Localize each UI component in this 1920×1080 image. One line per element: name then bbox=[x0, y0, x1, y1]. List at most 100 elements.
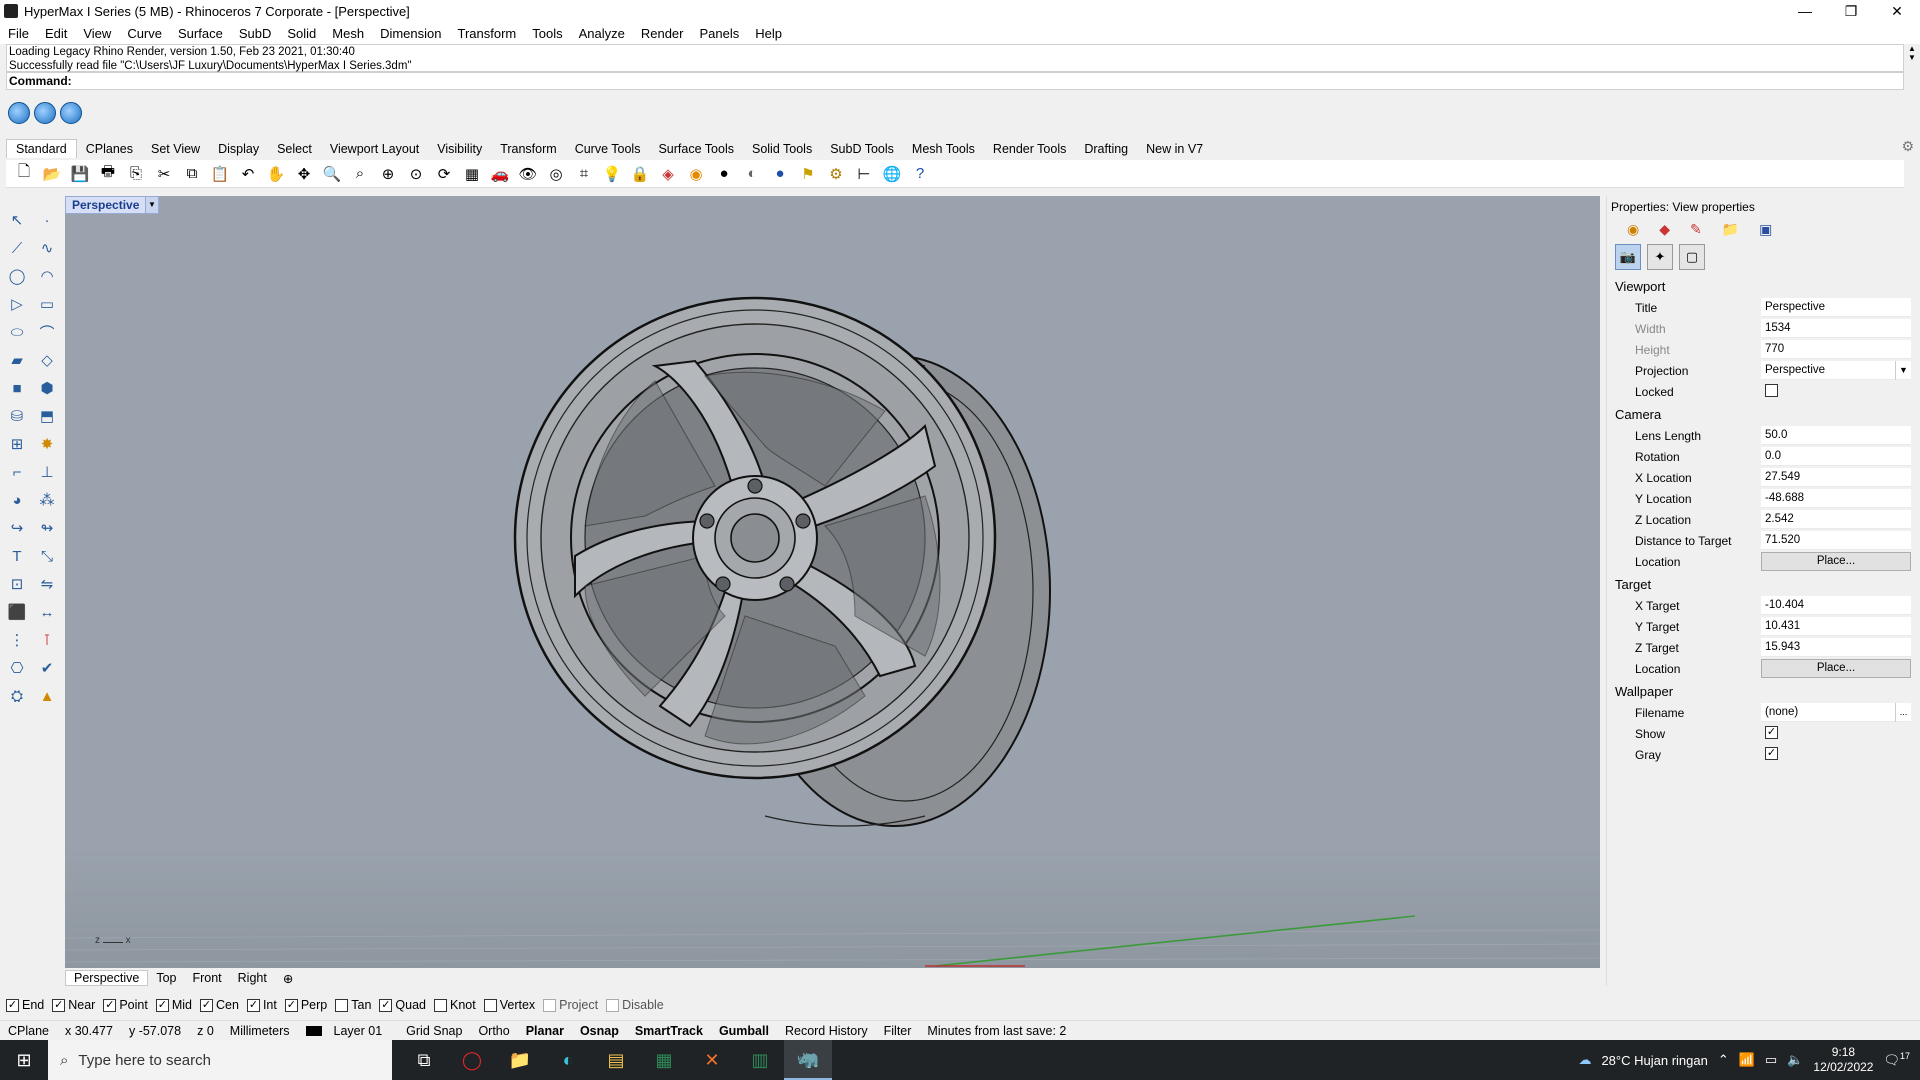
blend-icon[interactable]: ↪ bbox=[3, 514, 31, 542]
zoom-selected-icon[interactable]: ⊙ bbox=[404, 163, 428, 185]
ortho-toggle[interactable]: Ortho bbox=[470, 1024, 517, 1038]
weather-icon[interactable]: ☁ bbox=[1578, 1052, 1591, 1068]
zoom-icon[interactable]: 🔍 bbox=[320, 163, 344, 185]
check-icon[interactable]: ✔ bbox=[33, 654, 61, 682]
edge-icon[interactable]: ◐ bbox=[544, 1040, 592, 1080]
frame-icon[interactable]: ▢ bbox=[1679, 244, 1705, 270]
layer-icon[interactable]: ◈ bbox=[656, 163, 680, 185]
wallpaper-filename-field[interactable]: (none)... bbox=[1761, 703, 1911, 722]
gray-checkbox[interactable]: ✓ bbox=[1765, 747, 1778, 761]
task-view-icon[interactable]: ⧉ bbox=[400, 1040, 448, 1080]
osnap-checkbox[interactable]: ✓ bbox=[103, 998, 117, 1012]
osnap-checkbox[interactable] bbox=[335, 998, 349, 1012]
target-icon[interactable]: ◎ bbox=[544, 163, 568, 185]
move-icon[interactable]: ✥ bbox=[292, 163, 316, 185]
menu-curve[interactable]: Curve bbox=[119, 26, 170, 41]
clock[interactable]: 9:18 12/02/2022 bbox=[1813, 1045, 1873, 1075]
pan-icon[interactable]: ✋ bbox=[264, 163, 288, 185]
tab-right[interactable]: Right bbox=[230, 971, 275, 985]
command-line[interactable]: Command: bbox=[6, 72, 1904, 90]
camera-place-button[interactable]: Place... bbox=[1761, 552, 1911, 571]
eye-icon[interactable]: 👁 bbox=[516, 163, 540, 185]
mesh-icon[interactable]: ⊞ bbox=[3, 430, 31, 458]
close-button[interactable]: ✕ bbox=[1874, 0, 1920, 22]
osnap-checkbox[interactable]: ✓ bbox=[52, 998, 66, 1012]
tab-display[interactable]: Display bbox=[209, 140, 268, 158]
chevron-down-icon[interactable]: ▼ bbox=[1895, 361, 1911, 380]
units-status[interactable]: Millimeters bbox=[222, 1024, 298, 1038]
volume-icon[interactable]: 🔈 bbox=[1787, 1052, 1803, 1068]
windows-start-icon[interactable]: ⊞ bbox=[0, 1040, 48, 1080]
document-app-icon[interactable]: ▥ bbox=[736, 1040, 784, 1080]
render-icon[interactable]: ⛭ bbox=[3, 682, 31, 710]
menu-solid[interactable]: Solid bbox=[279, 26, 324, 41]
select-arrow-icon[interactable]: ↖ bbox=[3, 206, 31, 234]
circle-icon[interactable]: ◯ bbox=[3, 262, 31, 290]
gumball-toggle[interactable]: Gumball bbox=[711, 1024, 777, 1038]
y-target-field[interactable]: 10.431 bbox=[1761, 617, 1911, 636]
tab-transform[interactable]: Transform bbox=[491, 140, 566, 158]
osnap-checkbox[interactable]: ✓ bbox=[155, 998, 169, 1012]
menu-render[interactable]: Render bbox=[633, 26, 692, 41]
color-wheel-icon[interactable]: ◉ bbox=[684, 163, 708, 185]
osnap-checkbox[interactable] bbox=[483, 998, 497, 1012]
osnap-tan[interactable]: Tan bbox=[335, 998, 371, 1012]
material-tab-icon[interactable]: ◆ bbox=[1659, 221, 1670, 238]
group-icon[interactable]: ⁂ bbox=[33, 486, 61, 514]
file-explorer-icon[interactable]: 📁 bbox=[496, 1040, 544, 1080]
rotation-field[interactable]: 0.0 bbox=[1761, 447, 1911, 466]
polyline-icon[interactable]: ⟋ bbox=[3, 234, 31, 262]
osnap-checkbox[interactable]: ✓ bbox=[200, 998, 213, 1012]
globe-icon[interactable]: 🌐 bbox=[880, 163, 904, 185]
osnap-point[interactable]: ✓ Point bbox=[103, 998, 148, 1012]
ellipse-icon[interactable]: ⬭ bbox=[3, 318, 31, 346]
tab-curve-tools[interactable]: Curve Tools bbox=[566, 140, 650, 158]
add-viewport-icon[interactable]: ⊕ bbox=[275, 971, 301, 986]
chevron-up-icon[interactable]: ⌃ bbox=[1718, 1052, 1729, 1068]
distance-to-target-field[interactable]: 71.520 bbox=[1761, 531, 1911, 550]
tab-render-tools[interactable]: Render Tools bbox=[984, 140, 1075, 158]
menu-help[interactable]: Help bbox=[747, 26, 790, 41]
import-icon[interactable]: ⎘ bbox=[124, 163, 148, 185]
menu-dimension[interactable]: Dimension bbox=[372, 26, 449, 41]
tab-top[interactable]: Top bbox=[148, 971, 184, 985]
menu-edit[interactable]: Edit bbox=[37, 26, 75, 41]
text-icon[interactable]: T bbox=[3, 542, 31, 570]
render-settings-icon[interactable]: ✦ bbox=[1647, 244, 1673, 270]
opera-icon[interactable]: ◯ bbox=[448, 1040, 496, 1080]
print-icon[interactable]: 🖶 bbox=[96, 163, 120, 185]
layers-tab-icon[interactable]: 📁 bbox=[1722, 221, 1739, 238]
locked-checkbox[interactable] bbox=[1765, 384, 1778, 398]
osnap-int[interactable]: ✓ Int bbox=[246, 998, 277, 1012]
grid-icon[interactable]: ⌗ bbox=[572, 163, 596, 185]
layer-status[interactable]: Layer 01 bbox=[298, 1024, 399, 1038]
menu-mesh[interactable]: Mesh bbox=[324, 26, 372, 41]
taskbar-search[interactable]: ⌕ Type here to search bbox=[48, 1040, 392, 1080]
x-location-field[interactable]: 27.549 bbox=[1761, 468, 1911, 487]
curve-icon[interactable]: ∿ bbox=[33, 234, 61, 262]
y-location-field[interactable]: -48.688 bbox=[1761, 489, 1911, 508]
tab-subd-tools[interactable]: SubD Tools bbox=[821, 140, 903, 158]
rhino-taskbar-icon[interactable]: 🦏 bbox=[784, 1040, 832, 1080]
save-icon[interactable]: 💾 bbox=[68, 163, 92, 185]
workplane-icon[interactable] bbox=[60, 102, 82, 124]
box-icon[interactable]: ■ bbox=[3, 374, 31, 402]
osnap-disable[interactable]: Disable bbox=[606, 998, 664, 1012]
tab-new-in-v7[interactable]: New in V7 bbox=[1137, 140, 1212, 158]
menu-panels[interactable]: Panels bbox=[691, 26, 747, 41]
tab-standard[interactable]: Standard bbox=[6, 139, 77, 158]
display-tab-icon[interactable]: ▣ bbox=[1759, 221, 1772, 238]
dimension-icon[interactable]: ⊢ bbox=[852, 163, 876, 185]
restore-button[interactable]: ❐ bbox=[1828, 0, 1874, 22]
osnap-quad[interactable]: ✓ Quad bbox=[379, 998, 426, 1012]
lamp-icon[interactable]: ⚑ bbox=[796, 163, 820, 185]
menu-view[interactable]: View bbox=[75, 26, 119, 41]
tab-front[interactable]: Front bbox=[184, 971, 229, 985]
grid-array-icon[interactable]: ⋮ bbox=[3, 626, 31, 654]
arc-icon[interactable]: ◠ bbox=[33, 262, 61, 290]
osnap-checkbox[interactable]: ✓ bbox=[246, 998, 260, 1012]
browse-button[interactable]: ... bbox=[1895, 703, 1911, 722]
camera-icon[interactable]: 📷 bbox=[1615, 244, 1641, 270]
four-views-icon[interactable]: ▦ bbox=[460, 163, 484, 185]
lock-icon[interactable]: 🔒 bbox=[628, 163, 652, 185]
